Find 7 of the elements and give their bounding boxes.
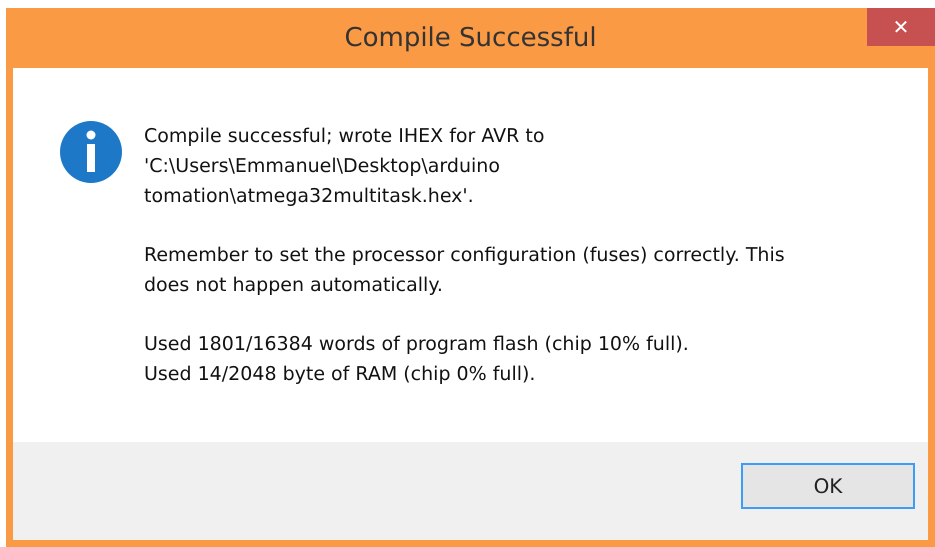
message-text: Used 1801/16384 words of program flash (chip 10% full). Used 14/2048 byte of RAM (chip 0% full).	[144, 332, 690, 387]
close-button[interactable]: ✕	[867, 8, 935, 46]
message-text: Remember to set the processor configuration (fuses) correctly. This does not happen automatically.	[144, 243, 785, 298]
info-icon	[60, 121, 122, 183]
message-text: Compile successful; wrote IHEX for AVR to 'C:\Users\Emmanuel\Desktop\arduino tomation\atmega32multitask.hex'.	[144, 124, 546, 209]
ok-button[interactable]: OK	[741, 463, 915, 509]
window-title: Compile Successful	[344, 22, 597, 54]
